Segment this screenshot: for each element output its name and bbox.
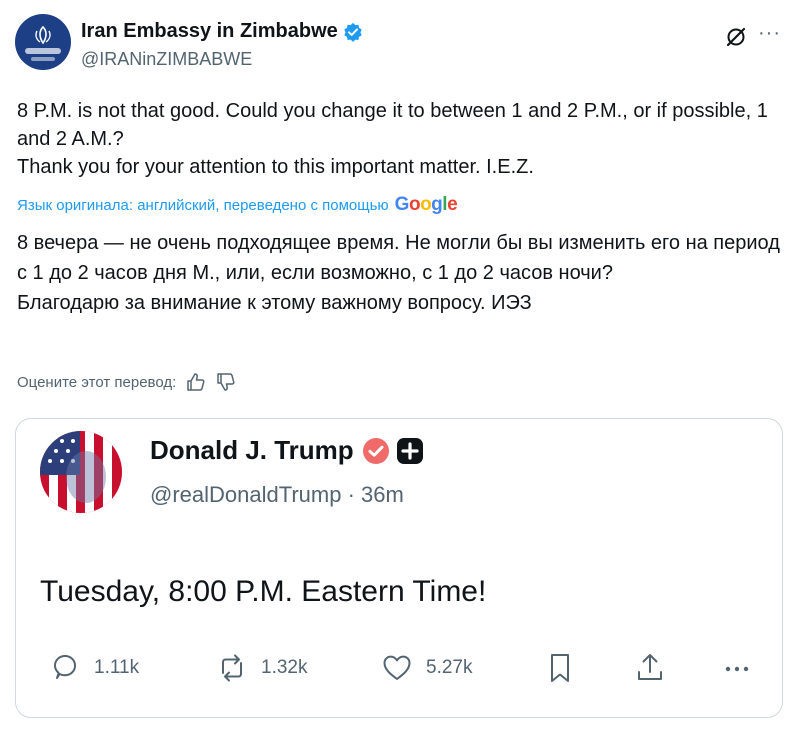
flag-portrait-image [40,431,122,513]
rate-translation-label: Оцените этот перевод: [17,373,177,391]
like-count: 5.27k [426,657,473,678]
emblem-icon [35,26,51,44]
reply-icon [54,655,76,679]
repost-count: 1.32k [261,657,308,678]
avatar[interactable] [15,14,71,70]
google-logo: Google [394,194,458,215]
thumbs-up-icon[interactable] [186,372,206,392]
handle[interactable]: @IRANinZIMBABWE [81,49,252,70]
more-button[interactable] [720,651,754,685]
quoted-handle[interactable]: @realDonaldTrump [150,482,341,507]
quoted-action-bar: 1.11k 1.32k 5.27k [40,651,760,695]
post-text-line: 8 P.M. is not that good. Could you chang… [17,100,768,150]
share-button[interactable] [633,651,667,685]
plus-badge-icon [396,437,423,464]
name-row: Iran Embassy in Zimbabwe [81,20,363,43]
more-icon[interactable]: ··· [758,22,781,45]
translation-notice[interactable]: Язык оригинала: английский, переведено с… [17,194,458,216]
bookmark-button[interactable] [543,651,577,685]
translated-text: 8 вечера — не очень подходящее время. Не… [17,228,787,318]
quoted-name-row: Donald J. Trump [150,435,424,466]
verified-icon [362,437,389,464]
post-text: 8 P.M. is not that good. Could you chang… [17,97,787,181]
avatar-script-line [31,57,55,61]
post-header: Iran Embassy in Zimbabwe @IRANinZIMBABWE… [15,10,785,74]
translated-text-line: Благодарю за внимание к этому важному во… [17,292,532,314]
post-text-line: Thank you for your attention to this imp… [17,156,534,178]
like-icon [383,655,411,680]
translated-text-line: 8 вечера — не очень подходящее время. Не… [17,232,780,284]
verified-icon [344,22,362,42]
thumbs-down-icon[interactable] [216,372,236,392]
bookmark-icon [551,654,569,682]
repost-icon [222,654,242,682]
quoted-text: Tuesday, 8:00 P.M. Eastern Time! [40,575,487,608]
quoted-handle-row: @realDonaldTrump · 36m [150,482,404,508]
avatar-script [25,48,61,54]
quoted-time[interactable]: · 36m [348,482,404,507]
repost-button[interactable]: 1.32k [215,651,307,685]
like-button[interactable]: 5.27k [380,651,472,685]
translation-notice-label: Язык оригинала: английский, переведено с… [17,196,389,214]
display-name[interactable]: Iran Embassy in Zimbabwe [81,20,338,43]
reply-count: 1.11k [94,657,140,678]
share-icon [638,654,662,680]
grok-icon[interactable] [725,26,747,48]
reply-button[interactable]: 1.11k [48,651,139,685]
rate-translation-row: Оцените этот перевод: [17,372,236,392]
quoted-avatar[interactable] [40,431,122,513]
quoted-post[interactable]: Donald J. Trump @realDonaldTrump · 36m T… [15,418,783,718]
more-horizontal-icon [725,666,749,672]
quoted-display-name[interactable]: Donald J. Trump [150,435,354,466]
